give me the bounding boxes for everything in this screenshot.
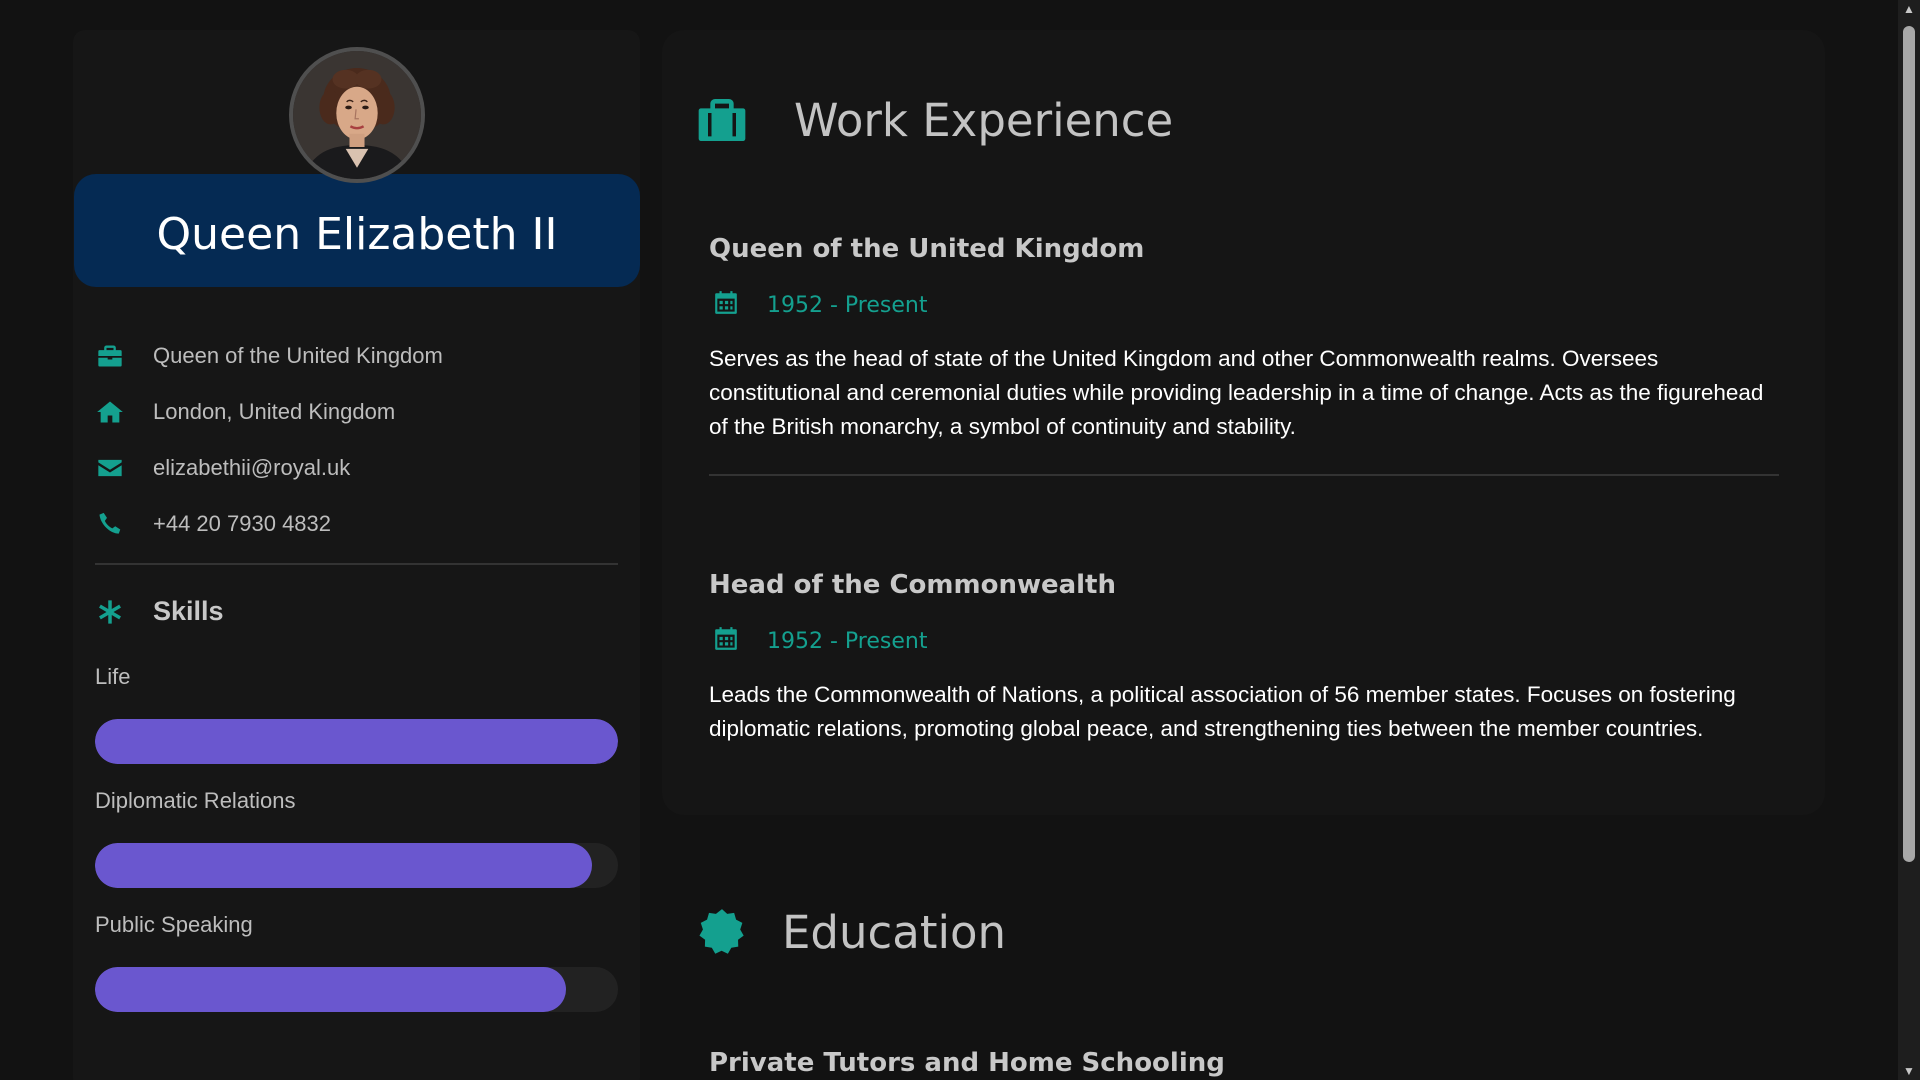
skill-label: Public Speaking — [95, 912, 253, 937]
portrait-image — [293, 51, 421, 179]
contact-text: Queen of the United Kingdom — [153, 343, 443, 368]
education-heading: Education — [696, 906, 1006, 959]
job-description: Leads the Commonwealth of Nations, a pol… — [709, 682, 1736, 741]
home-icon — [95, 397, 125, 427]
avatar — [289, 47, 425, 183]
scrollbar-thumb[interactable] — [1903, 26, 1915, 862]
skill-bar-fill — [95, 719, 618, 764]
scroll-down-arrow-icon[interactable]: ▼ — [1898, 1062, 1920, 1080]
briefcase-icon — [694, 92, 750, 148]
envelope-icon — [95, 453, 125, 483]
phone-icon — [95, 509, 125, 539]
skill-bar-track — [95, 967, 618, 1012]
job-date: 1952 - Present — [709, 626, 1779, 656]
contact-text[interactable]: +44 20 7930 4832 — [153, 511, 331, 537]
education-item: Private Tutors and Home Schooling — [709, 1048, 1779, 1078]
job-date: 1952 - Present — [709, 290, 1779, 320]
skill-bar-track — [95, 843, 618, 888]
sidebar-divider — [95, 563, 618, 565]
calendar-icon — [713, 626, 743, 656]
work-experience-title: Work Experience — [794, 93, 1174, 147]
skill-public-speaking: Public Speaking — [95, 912, 618, 1012]
job-date-text: 1952 - Present — [767, 292, 928, 318]
certificate-icon — [696, 907, 748, 959]
contact-item-title: Queen of the United Kingdom — [95, 328, 618, 384]
profile-name: Queen Elizabeth II — [156, 209, 558, 260]
contact-list: Queen of the United Kingdom London, Unit… — [95, 328, 618, 552]
skill-bar-track — [95, 719, 618, 764]
asterisk-icon — [95, 597, 125, 627]
job-title: Head of the Commonwealth — [709, 570, 1116, 600]
vertical-scrollbar[interactable]: ▲ ▼ — [1898, 0, 1920, 1080]
contact-item-email[interactable]: elizabethii@royal.uk — [95, 440, 618, 496]
skill-life: Life — [95, 664, 618, 764]
calendar-icon — [713, 290, 743, 320]
scroll-up-arrow-icon[interactable]: ▲ — [1898, 0, 1920, 18]
contact-text: London, United Kingdom — [153, 399, 396, 424]
job-item: Head of the Commonwealth 1952 - Present … — [709, 570, 1779, 746]
briefcase-icon — [95, 341, 125, 371]
skills-title: Skills — [153, 596, 224, 626]
education-item-title: Private Tutors and Home Schooling — [709, 1048, 1225, 1078]
skill-bar-fill — [95, 967, 566, 1012]
job-description: Serves as the head of state of the Unite… — [709, 346, 1764, 439]
skill-diplomatic-relations: Diplomatic Relations — [95, 788, 618, 888]
job-divider — [709, 474, 1779, 476]
contact-item-location: London, United Kingdom — [95, 384, 618, 440]
resume-page: Queen Elizabeth II Queen of the United K… — [0, 0, 1920, 1080]
skill-bar-fill — [95, 843, 592, 888]
education-title: Education — [782, 906, 1007, 959]
contact-item-phone[interactable]: +44 20 7930 4832 — [95, 496, 618, 552]
work-experience-heading: Work Experience — [694, 92, 1173, 148]
skill-label: Life — [95, 664, 131, 689]
name-banner: Queen Elizabeth II — [74, 174, 640, 287]
job-date-text: 1952 - Present — [767, 628, 928, 654]
skill-label: Diplomatic Relations — [95, 788, 296, 813]
contact-text[interactable]: elizabethii@royal.uk — [153, 455, 350, 481]
job-item: Queen of the United Kingdom 1952 - Prese… — [709, 234, 1779, 444]
skills-heading: Skills — [95, 596, 224, 627]
job-title: Queen of the United Kingdom — [709, 234, 1145, 264]
